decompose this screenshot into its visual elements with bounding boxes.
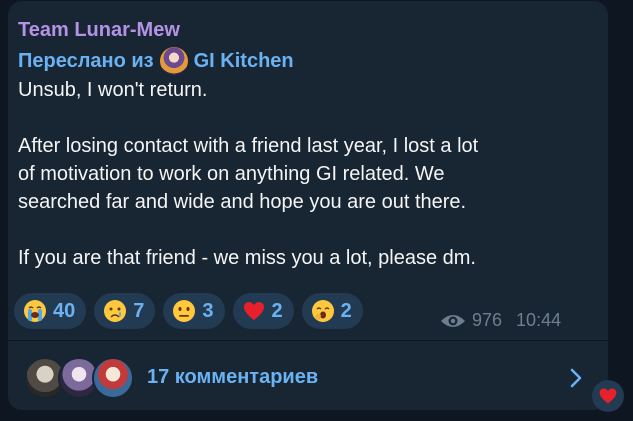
reaction-count: 40 — [53, 300, 76, 322]
reaction-yawning[interactable]: 2 — [301, 293, 363, 329]
yawning-face-emoji-icon — [311, 299, 335, 323]
loudly-crying-face-emoji-icon — [23, 299, 47, 323]
message-line: Unsub, I won't return. — [18, 79, 208, 101]
reaction-count: 3 — [202, 300, 214, 322]
comments-count-label: 17 комментариев — [147, 366, 319, 388]
red-heart-emoji-icon — [242, 299, 266, 323]
forwarded-prefix: Переслано из — [18, 49, 154, 72]
views-count: 976 — [472, 310, 503, 330]
avatar — [92, 357, 134, 399]
message-line: of motivation to work on anything GI rel… — [18, 163, 445, 185]
forwarded-header[interactable]: Переслано из GI Kitchen — [18, 46, 294, 76]
crying-face-emoji-icon — [103, 299, 127, 323]
commenter-avatars — [24, 357, 134, 399]
message-text: Unsub, I won't return. After losing cont… — [18, 76, 588, 272]
reaction-count: 7 — [133, 300, 145, 322]
reactions-bar: 40 7 3 2 2 — [14, 293, 363, 329]
forwarded-source-avatar[interactable] — [159, 47, 188, 75]
quick-reaction-button[interactable] — [592, 380, 624, 412]
reaction-heart[interactable]: 2 — [232, 293, 294, 329]
views-eye-icon — [440, 312, 466, 330]
message-meta: 976 10:44 — [440, 310, 561, 331]
chevron-right-icon — [566, 366, 586, 390]
neutral-face-emoji-icon — [172, 299, 196, 323]
red-heart-emoji-icon — [599, 388, 617, 404]
message-line: searched far and wide and hope you are o… — [18, 191, 467, 213]
reaction-count: 2 — [271, 300, 283, 322]
message-line: If you are that friend - we miss you a l… — [18, 247, 476, 269]
message-line: After losing contact with a friend last … — [18, 135, 479, 157]
comments-button[interactable]: 17 комментариев — [8, 341, 608, 409]
reaction-neutral[interactable]: 3 — [163, 293, 225, 329]
channel-name[interactable]: Team Lunar-Mew — [18, 17, 180, 43]
reaction-count: 2 — [340, 300, 352, 322]
forwarded-source-name[interactable]: GI Kitchen — [194, 50, 294, 73]
message-time: 10:44 — [516, 310, 562, 330]
reaction-loudly-crying[interactable]: 40 — [14, 293, 87, 329]
reaction-crying[interactable]: 7 — [94, 293, 156, 329]
